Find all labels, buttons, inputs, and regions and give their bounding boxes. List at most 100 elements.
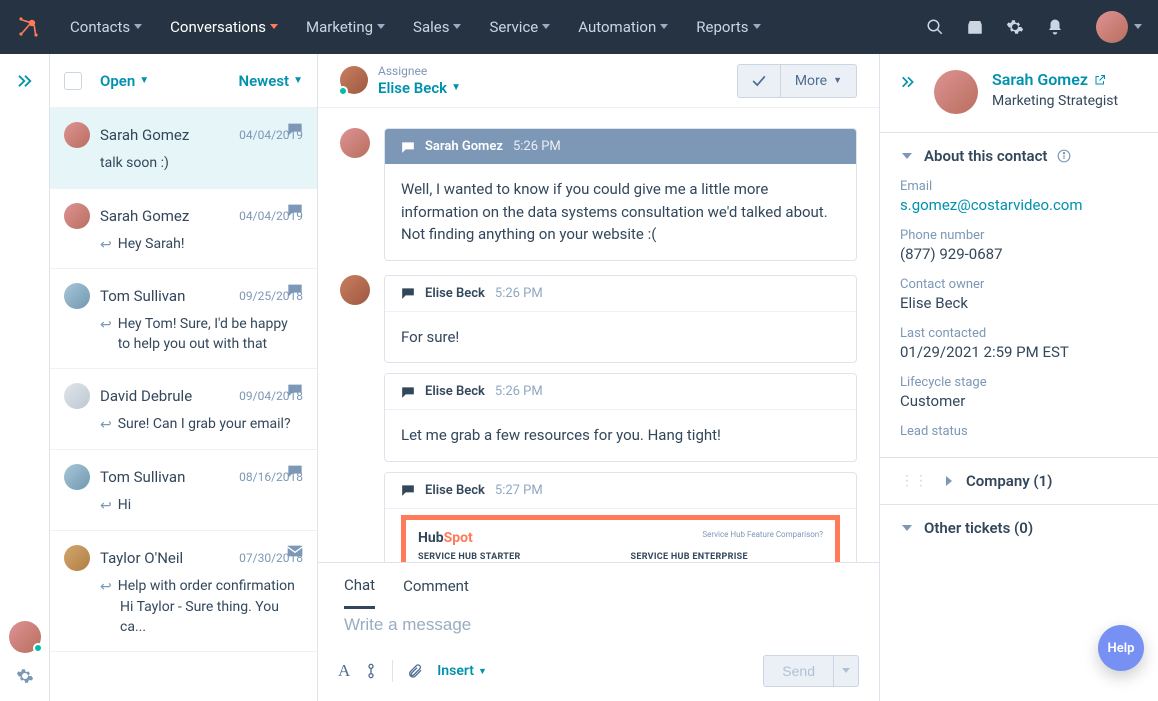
account-menu[interactable] (1096, 11, 1142, 43)
conversation-name: Tom Sullivan (100, 287, 229, 305)
chevron-down-icon: ▼ (833, 75, 842, 86)
composer-toolbar: A Insert▼ Send (318, 647, 879, 701)
conversation-item[interactable]: David Debrule 09/04/2018 ↩Sure! Can I gr… (50, 369, 317, 450)
conversation-item[interactable]: Tom Sullivan 08/16/2018 ↩Hi (50, 450, 317, 531)
conversation-list: Open▼ Newest▼ Sarah Gomez 04/04/2019 tal… (50, 54, 318, 701)
nav-items: Contacts Conversations Marketing Sales S… (56, 0, 775, 54)
composer-tab-chat[interactable]: Chat (344, 564, 375, 609)
drag-handle-icon[interactable]: ⋮⋮ (900, 473, 928, 489)
phone-value[interactable]: (877) 929-0687 (900, 245, 1138, 263)
contact-sidebar: Sarah Gomez Marketing Strategist About t… (880, 54, 1158, 701)
chevron-down-icon (900, 153, 914, 160)
reply-arrow-icon: ↩ (100, 317, 112, 333)
message-body: Well, I wanted to know if you could give… (385, 164, 856, 260)
rail-user-avatar[interactable] (9, 621, 41, 653)
send-button[interactable]: Send (763, 655, 834, 687)
chat-channel-icon (287, 383, 303, 397)
settings-gear-icon[interactable] (1006, 18, 1024, 36)
nav-automation[interactable]: Automation (564, 0, 682, 54)
conversation-subject: Help with order confirmation (118, 577, 295, 597)
assignee-label: Assignee (378, 64, 461, 78)
conversation-item[interactable]: Sarah Gomez 04/04/2019 talk soon :) (50, 108, 317, 189)
nav-contacts[interactable]: Contacts (56, 0, 156, 54)
conversation-list-header: Open▼ Newest▼ (50, 54, 317, 108)
chevron-down-icon (900, 525, 914, 532)
nav-sales[interactable]: Sales (399, 0, 475, 54)
chat-channel-icon (287, 203, 303, 217)
section-toggle-tickets[interactable]: Other tickets (0) (880, 505, 1158, 551)
nav-service[interactable]: Service (475, 0, 564, 54)
contact-avatar-icon (934, 70, 978, 114)
message-input[interactable] (344, 615, 853, 635)
message-bubble: Elise Beck 5:27 PM Service Hub Feature C… (384, 472, 857, 563)
chevron-down-icon (377, 24, 385, 30)
conversation-name: Taylor O'Neil (100, 549, 229, 567)
left-rail (0, 54, 50, 701)
conversation-item[interactable]: Sarah Gomez 04/04/2019 ↩Hey Sarah! (50, 189, 317, 270)
status-dot-online-icon (338, 86, 348, 96)
divider (392, 660, 393, 682)
info-icon[interactable] (1057, 149, 1071, 163)
chat-panel: Assignee Elise Beck▼ More▼ Sarah Gomez (318, 54, 880, 701)
attachment-col2-title: SERVICE HUB ENTERPRISE (631, 552, 824, 562)
contact-name-link[interactable]: Sarah Gomez (992, 70, 1118, 89)
message-bubble: Elise Beck 5:26 PM Let me grab a few res… (384, 373, 857, 462)
chat-channel-icon (287, 464, 303, 478)
message-author: Elise Beck (425, 483, 485, 498)
more-actions-button[interactable]: More▼ (780, 64, 857, 98)
collapse-sidebar-icon[interactable] (900, 76, 916, 88)
conversation-item[interactable]: Taylor O'Neil 07/30/2018 ↩Help with orde… (50, 531, 317, 653)
chat-icon (401, 141, 415, 153)
select-all-checkbox[interactable] (64, 72, 82, 90)
message-bubble: Elise Beck 5:26 PM For sure! (384, 275, 857, 364)
message-attachment[interactable]: Service Hub Feature Comparison? HubSpot … (401, 515, 840, 563)
help-button[interactable]: Help (1098, 625, 1144, 671)
marketplace-icon[interactable] (966, 18, 984, 36)
owner-value[interactable]: Elise Beck (900, 294, 1138, 312)
email-value[interactable]: s.gomez@costarvideo.com (900, 196, 1138, 214)
insert-button[interactable]: Insert▼ (437, 663, 487, 679)
filter-sort[interactable]: Newest▼ (239, 72, 304, 90)
nav-marketing[interactable]: Marketing (292, 0, 399, 54)
notification-bell-icon[interactable] (1046, 18, 1064, 36)
field-phone: Phone number (877) 929-0687 (900, 228, 1138, 263)
search-icon[interactable] (926, 18, 944, 36)
message-avatar-icon (340, 275, 370, 305)
chevron-down-icon (542, 24, 550, 30)
contact-avatar-icon (64, 545, 90, 571)
message-author: Elise Beck (425, 384, 485, 399)
conversation-name: David Debrule (100, 387, 229, 405)
conversation-item[interactable]: Tom Sullivan 09/25/2018 ↩Hey Tom! Sure, … (50, 269, 317, 369)
messages-area: Sarah Gomez 5:26 PM Well, I wanted to kn… (318, 108, 879, 562)
field-owner: Contact owner Elise Beck (900, 277, 1138, 312)
composer-tab-comment[interactable]: Comment (403, 565, 469, 607)
conversation-name: Sarah Gomez (100, 207, 229, 225)
filter-status[interactable]: Open▼ (100, 72, 149, 90)
attachment-paperclip-icon[interactable] (407, 663, 423, 679)
lifecycle-value[interactable]: Customer (900, 392, 1138, 410)
chevron-down-icon (753, 24, 761, 30)
conversation-preview: Hi Taylor - Sure thing. You ca... (120, 598, 303, 637)
email-channel-icon (287, 545, 303, 557)
contact-avatar-icon (64, 283, 90, 309)
section-toggle-company[interactable]: ⋮⋮ Company (1) (880, 458, 1158, 504)
text-format-icon[interactable]: A (338, 661, 350, 681)
reply-arrow-icon: ↩ (100, 417, 112, 433)
user-avatar-icon (1096, 11, 1128, 43)
nav-reports[interactable]: Reports (682, 0, 774, 54)
mark-complete-button[interactable] (737, 64, 780, 98)
assignee-selector[interactable]: Assignee Elise Beck▼ (340, 64, 461, 96)
field-lead-status: Lead status (900, 424, 1138, 441)
conversation-preview: talk soon :) (100, 154, 169, 174)
nav-conversations[interactable]: Conversations (156, 0, 292, 54)
send-options-button[interactable] (834, 655, 859, 687)
assignee-avatar-icon (340, 66, 368, 94)
conversation-preview: Sure! Can I grab your email? (118, 415, 291, 435)
expand-rail-icon[interactable] (16, 74, 34, 88)
section-toggle-about[interactable]: About this contact (880, 133, 1158, 179)
assignee-name: Elise Beck (378, 79, 447, 97)
rail-settings-gear-icon[interactable] (16, 667, 34, 685)
conversation-preview: Hi (118, 496, 131, 516)
chevron-down-icon (134, 24, 142, 30)
link-icon[interactable] (364, 663, 378, 679)
